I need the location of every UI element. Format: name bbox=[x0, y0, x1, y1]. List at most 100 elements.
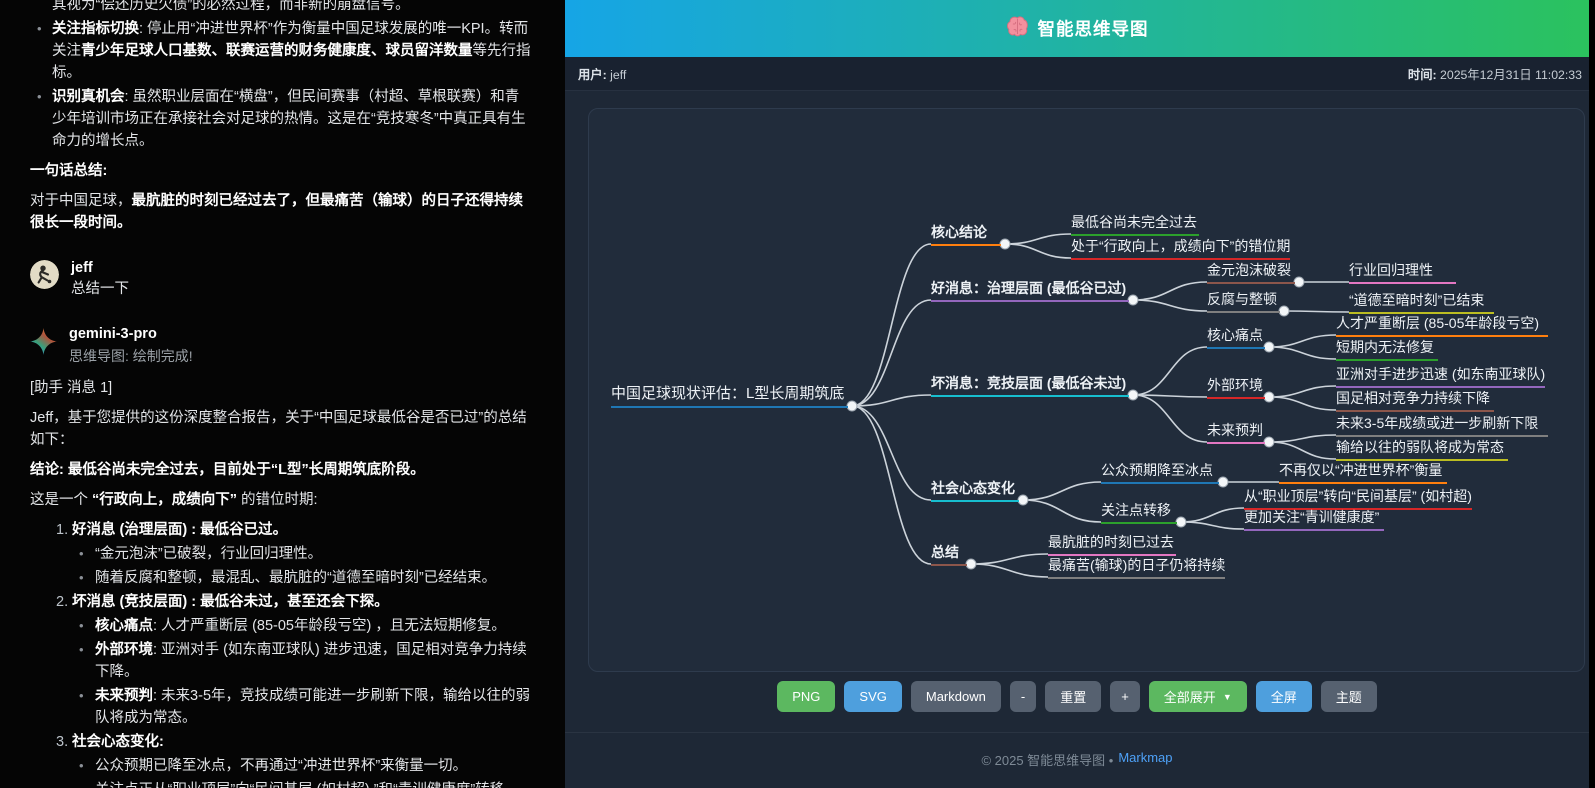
bullet-marker: • bbox=[79, 755, 84, 777]
mindmap-node[interactable]: 不再仅以“冲进世界杯”衡量 bbox=[1279, 461, 1447, 484]
mindmap-node[interactable]: 社会心态变化 bbox=[931, 479, 1019, 502]
mindmap-node[interactable]: 行业回归理性 bbox=[1349, 261, 1456, 284]
mindmap-node-circle[interactable] bbox=[1218, 477, 1228, 487]
mindmap-node-circle[interactable] bbox=[1264, 392, 1274, 402]
mindmap-node-circle[interactable] bbox=[1018, 495, 1028, 505]
paragraph: 其视为“偿还历史欠债”的必然过程，而非新的崩盘信号。 bbox=[30, 0, 531, 16]
mindmap-node[interactable]: 外部环境 bbox=[1207, 376, 1265, 399]
assistant-message-header: gemini-3-pro 思维导图: 绘制完成! bbox=[30, 326, 531, 367]
assistant-name: gemini-3-pro bbox=[69, 326, 193, 343]
mindmap-node-circle[interactable] bbox=[1128, 295, 1138, 305]
mindmap-canvas[interactable]: 中国足球现状评估：L型长周期筑底 核心结论 最低谷尚未完全过去处于“行政向上，成绩向… bbox=[588, 108, 1585, 672]
mindmap-link bbox=[1284, 311, 1349, 312]
bullet-marker: • bbox=[79, 567, 84, 589]
mindmap-node[interactable]: 输给以往的弱队将成为常态 bbox=[1336, 438, 1508, 461]
mindmap-link bbox=[1269, 435, 1336, 442]
chevron-down-icon: ▼ bbox=[1223, 692, 1232, 702]
mindmap-link bbox=[971, 554, 1048, 564]
button-label: 全屏 bbox=[1271, 687, 1297, 706]
page-scrollbar[interactable] bbox=[1589, 0, 1595, 788]
markmap-link[interactable]: Markmap bbox=[1118, 750, 1172, 765]
list-item: 2.坏消息 (竞技层面) : 最低谷未过，甚至还会下探。 bbox=[30, 591, 531, 613]
mindmap-node[interactable]: 人才严重断层 (85-05年龄段亏空) bbox=[1336, 314, 1548, 337]
mindmap-node-circle[interactable] bbox=[1128, 390, 1138, 400]
mindmap-link bbox=[1133, 300, 1207, 311]
reset-button[interactable]: 重置 bbox=[1045, 681, 1101, 712]
bullet-marker: • bbox=[79, 543, 84, 565]
mindmap-node[interactable]: 好消息：治理层面 (最低谷已过) bbox=[931, 279, 1129, 302]
list-item: •关注点正从“职业顶层”向“民间基层 (如村超) ”和“青训健康度”转移。 bbox=[30, 779, 531, 788]
mindmap-link bbox=[1133, 395, 1207, 442]
bullet-marker: • bbox=[79, 639, 84, 661]
mindmap-link bbox=[1269, 397, 1336, 410]
user-label: 用户: bbox=[578, 68, 607, 82]
mindmap-link bbox=[1269, 347, 1336, 359]
mindmap-node-circle[interactable] bbox=[1264, 342, 1274, 352]
mindmap-node[interactable]: 最肮脏的时刻已过去 bbox=[1048, 533, 1176, 556]
button-label: 重置 bbox=[1060, 687, 1086, 706]
mindmap-node-circle[interactable] bbox=[847, 401, 857, 411]
mindmap-node[interactable]: 公众预期降至冰点 bbox=[1101, 461, 1219, 484]
paragraph: 一句话总结: bbox=[30, 160, 531, 182]
time-value: 2025年12月31日 11:02:33 bbox=[1440, 68, 1582, 82]
paragraph: 这是一个 “行政向上，成绩向下” 的错位时期: bbox=[30, 489, 531, 511]
user-value: jeff bbox=[610, 68, 626, 82]
mindmap-node[interactable]: “道德至暗时刻”已结束 bbox=[1349, 291, 1494, 314]
mindmap-node[interactable]: 亚洲对手进步迅速 (如东南亚球队) bbox=[1336, 365, 1545, 388]
list-item: •识别真机会: 虽然职业层面在“横盘”，但民间赛事（村超、草根联赛）和青少年培训… bbox=[30, 86, 531, 152]
paragraph: Jeff，基于您提供的这份深度整合报告，关于“中国足球最低谷是否已过”的总结如下… bbox=[30, 407, 531, 451]
app-header: 智能思维导图 bbox=[565, 0, 1589, 57]
assistant-message-body: [助手 消息 1]Jeff，基于您提供的这份深度整合报告，关于“中国足球最低谷是… bbox=[30, 377, 531, 788]
fullscreen-button[interactable]: 全屏 bbox=[1256, 681, 1312, 712]
mindmap-node-circle[interactable] bbox=[1176, 517, 1186, 527]
mindmap-node[interactable]: 中国足球现状评估：L型长周期筑底 bbox=[611, 383, 848, 408]
mindmap-node[interactable]: 从“职业顶层”转向“民间基层” (如村超) bbox=[1244, 487, 1472, 510]
mindmap-link bbox=[1181, 508, 1244, 522]
avatar bbox=[30, 260, 59, 289]
list-item: •随着反腐和整顿，最混乱、最肮脏的“道德至暗时刻”已经结束。 bbox=[30, 567, 531, 589]
paragraph: 对于中国足球，最肮脏的时刻已经过去了，但最痛苦（输球）的日子还得持续很长一段时间… bbox=[30, 190, 531, 234]
mindmap-node[interactable]: 未来预判 bbox=[1207, 421, 1265, 444]
button-label: - bbox=[1021, 689, 1025, 704]
mindmap-node-circle[interactable] bbox=[1264, 437, 1274, 447]
mindmap-node[interactable]: 关注点转移 bbox=[1101, 501, 1177, 524]
export-svg-button[interactable]: SVG bbox=[844, 681, 901, 712]
button-label: + bbox=[1121, 689, 1129, 704]
mindmap-toolbar: PNG SVG Markdown - 重置 + 全部展开▼ 全屏 主题 bbox=[565, 681, 1589, 712]
list-number: 1. bbox=[56, 519, 68, 541]
button-label: 主题 bbox=[1336, 687, 1362, 706]
mindmap-node[interactable]: 最痛苦(输球)的日子仍将持续 bbox=[1048, 556, 1225, 579]
mindmap-node-circle[interactable] bbox=[966, 559, 976, 569]
list-item: •未来预判: 未来3-5年，竞技成绩可能进一步刷新下限，输给以往的弱队将成为常态… bbox=[30, 685, 531, 729]
mindmap-node-circle[interactable] bbox=[1279, 306, 1289, 316]
bullet-marker: • bbox=[79, 779, 84, 788]
zoom-out-button[interactable]: - bbox=[1010, 681, 1036, 712]
mindmap-node-circle[interactable] bbox=[1294, 277, 1304, 287]
mindmap-link bbox=[971, 564, 1048, 577]
copyright-text: © 2025 智能思维导图 • bbox=[981, 750, 1113, 769]
mindmap-node[interactable]: 短期内无法修复 bbox=[1336, 338, 1438, 361]
list-item: •外部环境: 亚洲对手 (如东南亚球队) 进步迅速，国足相对竞争力持续下降。 bbox=[30, 639, 531, 683]
mindmap-node[interactable]: 处于“行政向上，成绩向下”的错位期 bbox=[1071, 237, 1290, 260]
chat-message-body: 其视为“偿还历史欠债”的必然过程，而非新的崩盘信号。•关注指标切换: 停止用“冲… bbox=[30, 0, 531, 234]
paragraph: 结论: 最低谷尚未完全过去，目前处于“L型”长周期筑底阶段。 bbox=[30, 459, 531, 481]
mindmap-node[interactable]: 反腐与整顿 bbox=[1207, 290, 1280, 313]
mindmap-node[interactable]: 金元泡沫破裂 bbox=[1207, 261, 1295, 284]
mindmap-node[interactable]: 国足相对竞争力持续下降 bbox=[1336, 389, 1494, 412]
theme-button[interactable]: 主题 bbox=[1321, 681, 1377, 712]
export-png-button[interactable]: PNG bbox=[777, 681, 835, 712]
gemini-star-icon bbox=[30, 328, 57, 355]
mindmap-node[interactable]: 最低谷尚未完全过去 bbox=[1071, 213, 1199, 236]
expand-all-button[interactable]: 全部展开▼ bbox=[1149, 681, 1247, 712]
mindmap-node[interactable]: 未来3-5年成绩或进一步刷新下限 bbox=[1336, 414, 1548, 437]
mindmap-link bbox=[1023, 500, 1101, 522]
zoom-in-button[interactable]: + bbox=[1110, 681, 1140, 712]
mindmap-node[interactable]: 总结 bbox=[931, 543, 967, 566]
mindmap-app-panel: 智能思维导图 用户: jeff 时间: 2025年12月31日 11:02:33… bbox=[565, 0, 1589, 788]
mindmap-node[interactable]: 核心痛点 bbox=[1207, 326, 1265, 349]
mindmap-node[interactable]: 核心结论 bbox=[931, 223, 1001, 246]
mindmap-node[interactable]: 更加关注“青训健康度” bbox=[1244, 508, 1384, 531]
mindmap-node-circle[interactable] bbox=[1000, 239, 1010, 249]
export-markdown-button[interactable]: Markdown bbox=[911, 681, 1001, 712]
mindmap-node[interactable]: 坏消息：竞技层面 (最低谷未过) bbox=[931, 374, 1129, 397]
